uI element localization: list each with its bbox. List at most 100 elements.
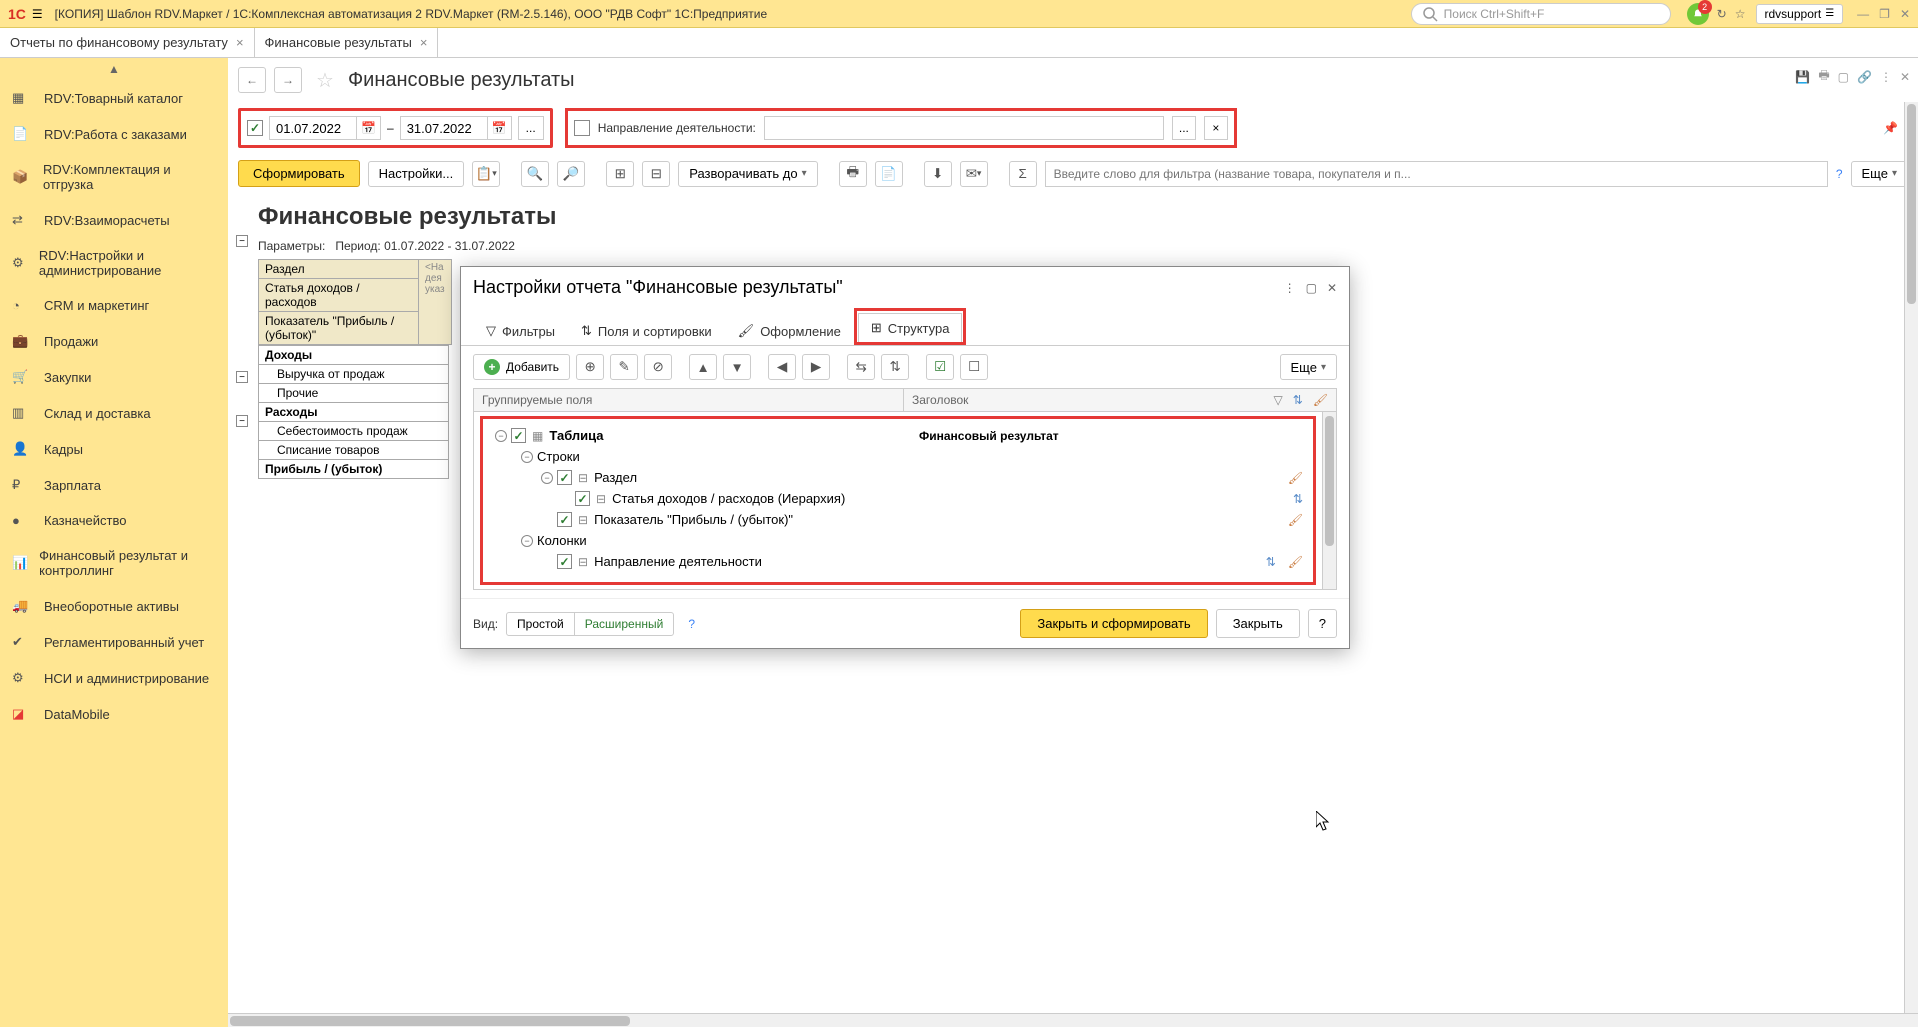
collapse-toggle[interactable]: − — [236, 235, 248, 247]
doc-icon[interactable]: ▢ — [1838, 70, 1849, 84]
sidebar-item-sales[interactable]: 💼Продажи — [0, 323, 228, 359]
save-icon[interactable]: 💾 — [1795, 70, 1810, 84]
row-checkbox[interactable] — [557, 554, 572, 569]
period-picker-button[interactable]: ... — [518, 116, 544, 140]
group-button[interactable]: ⊕ — [576, 354, 604, 380]
sidebar-item-payroll[interactable]: ₽Зарплата — [0, 467, 228, 503]
close-icon[interactable]: × — [420, 35, 428, 50]
date-to-field[interactable] — [401, 121, 487, 136]
direction-clear-button[interactable]: × — [1204, 116, 1228, 140]
report-filter-input[interactable] — [1045, 161, 1828, 187]
mode-simple[interactable]: Простой — [507, 613, 575, 635]
tree-row-indicator[interactable]: ⊟ Показатель "Прибыль / (убыток)" 🖌 — [483, 509, 1313, 530]
row-checkbox[interactable] — [557, 512, 572, 527]
settings-button[interactable]: Настройки... — [368, 161, 465, 187]
calendar-icon[interactable]: 📅 — [487, 117, 511, 139]
tree-row-section[interactable]: − ⊟ Раздел 🖌 — [483, 467, 1313, 488]
direction-field[interactable] — [764, 116, 1164, 140]
tab-reports[interactable]: Отчеты по финансовому результату × — [0, 28, 255, 57]
tree-row-table[interactable]: − ▦ Таблица Финансовый результат — [483, 425, 1313, 446]
print-button[interactable]: 🖶 — [839, 161, 867, 187]
scrollbar-thumb[interactable] — [230, 1016, 630, 1026]
tab-fields[interactable]: ⇅Поля и сортировки — [568, 316, 725, 345]
expand-all-button[interactable]: ⊞ — [606, 161, 634, 187]
generate-button[interactable]: Сформировать — [238, 160, 360, 187]
sidebar-item-warehouse[interactable]: ▥Склад и доставка — [0, 395, 228, 431]
sidebar-item-orders[interactable]: 📄RDV:Работа с заказами — [0, 116, 228, 152]
dialog-more-button[interactable]: Еще▾ — [1280, 354, 1337, 380]
sidebar-item-crm[interactable]: ◔CRM и маркетинг — [0, 288, 228, 323]
direction-input[interactable] — [765, 117, 1163, 139]
brush-icon[interactable]: 🖌 — [1313, 393, 1328, 407]
sidebar-item-settlements[interactable]: ⇄RDV:Взаиморасчеты — [0, 202, 228, 238]
sidebar-item-purchases[interactable]: 🛒Закупки — [0, 359, 228, 395]
sort-icon[interactable]: ⇅ — [1293, 393, 1303, 407]
dialog-help-button[interactable]: ? — [1308, 609, 1337, 638]
date-from-input[interactable]: 📅 — [269, 116, 381, 140]
minimize-icon[interactable]: — — [1857, 7, 1869, 21]
sidebar-item-hr[interactable]: 👤Кадры — [0, 431, 228, 467]
sort-icon[interactable]: ⇅ — [1266, 555, 1276, 569]
sidebar-item-treasury[interactable]: ●Казначейство — [0, 503, 228, 538]
variants-button[interactable]: 📋▾ — [472, 161, 500, 187]
brush-icon[interactable]: 🖌 — [1288, 555, 1303, 569]
find-button[interactable]: 🔍 — [521, 161, 549, 187]
expand-icon[interactable]: − — [521, 535, 533, 547]
sidebar-item-datamobile[interactable]: ◪DataMobile — [0, 696, 228, 732]
sidebar-item-admin[interactable]: ⚙RDV:Настройки и администрирование — [0, 238, 228, 288]
pin-icon[interactable]: 📌 — [1883, 121, 1898, 135]
find-next-button[interactable]: 🔎 — [557, 161, 585, 187]
help-icon[interactable]: ? — [688, 617, 695, 631]
dialog-close-icon[interactable]: ✕ — [1327, 281, 1337, 295]
link-icon[interactable]: 🔗 — [1857, 70, 1872, 84]
period-checkbox[interactable] — [247, 120, 263, 136]
email-button[interactable]: ✉▾ — [960, 161, 988, 187]
close-page-icon[interactable]: ✕ — [1900, 70, 1910, 84]
move-right-button[interactable]: ▶ — [802, 354, 830, 380]
preview-button[interactable]: 📄 — [875, 161, 903, 187]
expand-icon[interactable]: − — [521, 451, 533, 463]
global-search[interactable]: Поиск Ctrl+Shift+F — [1411, 3, 1671, 25]
direction-picker-button[interactable]: ... — [1172, 116, 1196, 140]
tab-finresults[interactable]: Финансовые результаты × — [255, 28, 439, 57]
move-down-button[interactable]: ▼ — [723, 354, 751, 380]
notifications-button[interactable]: 2 — [1687, 3, 1709, 25]
uncheck-all-button[interactable]: ☐ — [960, 354, 988, 380]
star-icon[interactable]: ☆ — [1735, 7, 1746, 21]
move-left-button[interactable]: ◀ — [768, 354, 796, 380]
user-menu[interactable]: rdvsupport☰ — [1756, 4, 1844, 24]
favorite-star-icon[interactable]: ☆ — [316, 68, 334, 93]
sum-button[interactable]: Σ — [1009, 161, 1037, 187]
hamburger-icon[interactable]: ☰ — [32, 7, 43, 21]
date-to-input[interactable]: 📅 — [400, 116, 512, 140]
tree-row-direction[interactable]: ⊟ Направление деятельности ⇅🖌 — [483, 551, 1313, 572]
tab-filters[interactable]: ▽Фильтры — [473, 316, 568, 345]
sidebar-scroll-up[interactable]: ▲ — [0, 58, 228, 80]
sidebar-item-catalog[interactable]: ▦RDV:Товарный каталог — [0, 80, 228, 116]
mode-advanced[interactable]: Расширенный — [575, 613, 674, 635]
move-up-button[interactable]: ▲ — [689, 354, 717, 380]
expand-icon[interactable]: − — [541, 472, 553, 484]
tree-row-article[interactable]: ⊟ Статья доходов / расходов (Иерархия) ⇅ — [483, 488, 1313, 509]
tree-row-columns[interactable]: − Колонки — [483, 530, 1313, 551]
nav-forward-button[interactable]: → — [274, 67, 302, 93]
vertical-scrollbar[interactable] — [1904, 102, 1918, 1013]
tab-design[interactable]: 🖌Оформление — [725, 316, 854, 345]
collapse-toggle[interactable]: − — [236, 371, 248, 383]
calendar-icon[interactable]: 📅 — [356, 117, 380, 139]
close-icon[interactable]: × — [236, 35, 244, 50]
sidebar-item-regaccounting[interactable]: ✔Регламентированный учет — [0, 624, 228, 660]
close-and-generate-button[interactable]: Закрыть и сформировать — [1020, 609, 1207, 638]
more-icon[interactable]: ⋮ — [1880, 70, 1892, 84]
sidebar-item-assets[interactable]: 🚚Внеоборотные активы — [0, 588, 228, 624]
close-button[interactable]: Закрыть — [1216, 609, 1300, 638]
row-checkbox[interactable] — [575, 491, 590, 506]
expand-to-button[interactable]: Разворачивать до▾ — [678, 161, 817, 187]
horizontal-scrollbar[interactable] — [228, 1013, 1918, 1027]
scrollbar-thumb[interactable] — [1907, 104, 1916, 304]
row-checkbox[interactable] — [511, 428, 526, 443]
row-checkbox[interactable] — [557, 470, 572, 485]
close-window-icon[interactable]: ✕ — [1900, 7, 1910, 21]
scrollbar-thumb[interactable] — [1325, 416, 1334, 546]
collapse-toggle[interactable]: − — [236, 415, 248, 427]
